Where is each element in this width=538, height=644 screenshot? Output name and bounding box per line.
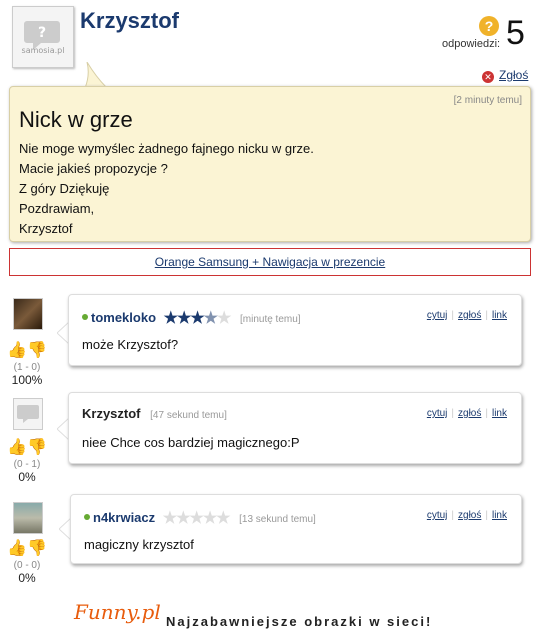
vote-box: 👍👎 (0 - 1) 0% xyxy=(2,437,52,484)
vote-percent: 100% xyxy=(11,373,43,387)
thumbs-up-icon[interactable]: 👍 xyxy=(7,439,27,456)
comment-user[interactable]: Krzysztof xyxy=(82,406,141,421)
report-link[interactable]: zgłoś xyxy=(458,510,481,521)
thumbs-down-icon[interactable]: 👎 xyxy=(27,439,47,456)
rating-stars: ★★★★★ xyxy=(163,310,232,327)
comment-text: może Krzysztof? xyxy=(82,337,179,352)
answers-count: 5 xyxy=(506,14,525,52)
comment-user[interactable]: tomekloko xyxy=(91,310,156,325)
report-link[interactable]: zgłoś xyxy=(458,408,481,419)
thumbs-down-icon[interactable]: 👎 xyxy=(27,342,47,359)
ad-link[interactable]: Orange Samsung + Nawigacja w prezencie xyxy=(155,255,385,269)
permalink[interactable]: link xyxy=(492,408,507,419)
online-indicator xyxy=(82,314,88,320)
post-title: Nick w grze xyxy=(19,107,133,132)
svg-text:?: ? xyxy=(38,25,46,41)
vote-count: (0 - 1) xyxy=(13,459,41,470)
comment-time: [minutę temu] xyxy=(239,314,301,325)
comment-user[interactable]: n4krwiacz xyxy=(93,510,155,525)
comment-time: [13 sekund temu] xyxy=(239,514,316,525)
avatar-site-label: samosia.pl xyxy=(21,46,65,55)
post-author[interactable]: Krzysztof xyxy=(80,8,179,34)
report-label: Zgłoś xyxy=(499,68,529,82)
commenter-avatar[interactable] xyxy=(13,298,43,330)
vote-percent: 0% xyxy=(18,470,36,484)
report-button[interactable]: ✕ Zgłoś xyxy=(482,68,528,83)
post-body: Nie moge wymyślec żadnego fajnego nicku … xyxy=(19,141,314,236)
commenter-avatar[interactable] xyxy=(13,398,43,430)
speech-bubble-icon xyxy=(17,405,39,423)
comment-text: niee Chce cos bardziej magicznego:P xyxy=(82,435,300,450)
vote-box: 👍👎 (1 - 0) 100% xyxy=(2,340,52,387)
thumbs-up-icon[interactable]: 👍 xyxy=(7,540,27,557)
comment-text: magiczny krzysztof xyxy=(84,537,194,552)
thumbs-down-icon[interactable]: 👎 xyxy=(27,540,47,557)
cite-link[interactable]: cytuj xyxy=(427,310,448,321)
post-time: [2 minuty temu] xyxy=(453,95,522,106)
vote-percent: 0% xyxy=(18,571,36,585)
question-bubble: [2 minuty temu] Nick w grze Nie moge wym… xyxy=(9,86,531,242)
vote-box: 👍👎 (0 - 0) 0% xyxy=(2,538,52,585)
site-logo[interactable]: Funny.pl xyxy=(74,600,161,624)
author-avatar[interactable]: ? samosia.pl xyxy=(12,6,74,68)
comment: tomekloko ★★★★★ [minutę temu] cytuj | zgło… xyxy=(68,294,522,366)
question-icon: ? xyxy=(479,16,499,36)
online-indicator xyxy=(84,514,90,520)
answers-label: odpowiedzi: xyxy=(442,38,501,50)
close-icon: ✕ xyxy=(482,71,494,83)
ad-banner[interactable]: Orange Samsung + Nawigacja w prezencie xyxy=(9,248,531,276)
site-tagline: Najzabawniejsze obrazki w sieci! xyxy=(166,614,433,629)
cite-link[interactable]: cytuj xyxy=(427,510,448,521)
comment: n4krwiacz ★★★★★ [13 sekund temu] cytuj | z… xyxy=(70,494,522,564)
bubble-tail xyxy=(84,62,107,88)
vote-count: (0 - 0) xyxy=(13,560,41,571)
permalink[interactable]: link xyxy=(492,310,507,321)
commenter-avatar[interactable] xyxy=(13,502,43,534)
comment: Krzysztof [47 sekund temu] cytuj | zgłoś | l… xyxy=(68,392,522,464)
vote-count: (1 - 0) xyxy=(13,362,41,373)
report-link[interactable]: zgłoś xyxy=(458,310,481,321)
permalink[interactable]: link xyxy=(492,510,507,521)
comment-time: [47 sekund temu] xyxy=(150,410,227,421)
rating-stars: ★★★★★ xyxy=(162,510,231,527)
thumbs-up-icon[interactable]: 👍 xyxy=(7,342,27,359)
cite-link[interactable]: cytuj xyxy=(427,408,448,419)
